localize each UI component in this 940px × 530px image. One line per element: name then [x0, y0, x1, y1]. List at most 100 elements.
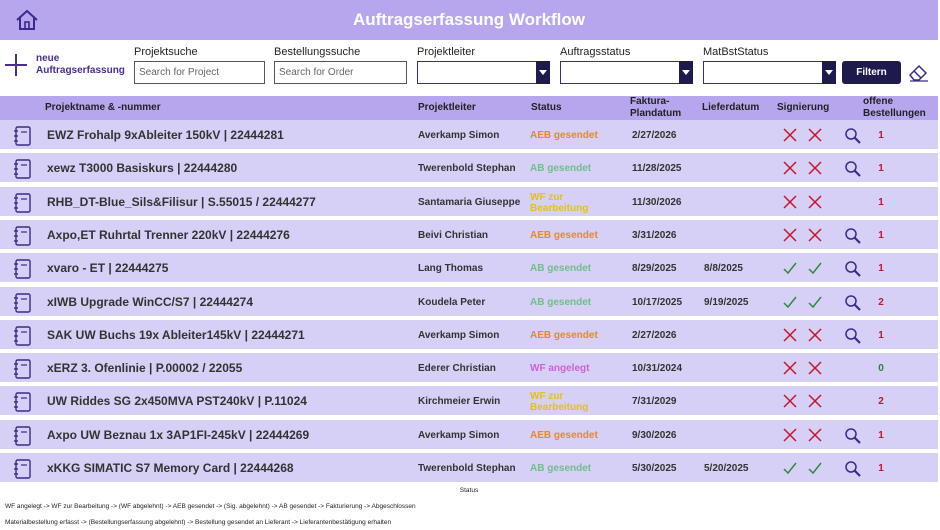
new-order-button[interactable]: neue Auftragserfassung — [4, 51, 134, 81]
table-row[interactable]: xERZ 3. Ofenlinie | P.00002 / 22055 Edere… — [0, 353, 938, 385]
table-row[interactable]: EWZ Frohalp 9xAbleiter 150kV | 22444281 A… — [0, 120, 938, 151]
search-icon[interactable] — [844, 427, 862, 445]
notebook-icon[interactable] — [13, 192, 31, 213]
project-name[interactable]: RHB_DT-Blue_Sils&Filisur | S.55015 / 224… — [47, 187, 316, 218]
filter-button[interactable]: Filtern — [842, 61, 901, 84]
open-orders-count: 1 — [878, 130, 884, 141]
project-leader: Beivi Christian — [418, 229, 489, 241]
check-icon — [783, 296, 797, 308]
new-order-label: neue Auftragserfassung — [36, 53, 125, 76]
open-orders-count: 1 — [878, 329, 884, 341]
table-row[interactable]: xIWB Upgrade WinCC/S7 | 22444274 Koudela … — [0, 286, 938, 318]
project-name[interactable]: EWZ Frohalp 9xAbleiter 150kV | 22444281 — [47, 120, 284, 151]
cross-icon — [783, 328, 797, 342]
search-icon[interactable] — [844, 260, 862, 278]
bestellungssuche-label: Bestellungssuche — [274, 46, 361, 58]
project-leader: Twerenbold Stephan — [418, 463, 516, 474]
col-leader: Projektleiter — [418, 102, 476, 113]
chevron-down-icon — [679, 61, 693, 84]
projektsuche-input[interactable] — [134, 61, 265, 84]
open-orders-count: 1 — [878, 429, 884, 441]
project-name[interactable]: xIWB Upgrade WinCC/S7 | 22444274 — [47, 287, 253, 318]
table-row[interactable]: Axpo UW Beznau 1x 3AP1FI-245kV | 2244426… — [0, 419, 938, 451]
search-icon[interactable] — [844, 460, 862, 478]
faktura-date: 2/27/2026 — [632, 130, 677, 141]
project-name[interactable]: UW Riddes SG 2x450MVA PST240kV | P.11024 — [47, 386, 307, 417]
project-leader: Twerenbold Stephan — [418, 163, 516, 175]
check-icon — [808, 296, 822, 308]
liefer-date: 5/20/2025 — [704, 463, 749, 474]
notebook-icon[interactable] — [13, 392, 31, 413]
cross-icon — [783, 128, 797, 142]
faktura-date: 2/27/2026 — [632, 329, 677, 341]
search-icon[interactable] — [844, 294, 862, 312]
project-name[interactable]: xewz T3000 Basiskurs | 22444280 — [47, 153, 237, 184]
notebook-icon[interactable] — [13, 459, 31, 479]
bestellungssuche-input[interactable] — [274, 61, 407, 84]
notebook-icon[interactable] — [13, 292, 31, 313]
matbststatus-dropdown[interactable] — [703, 61, 836, 84]
open-orders-count: 1 — [878, 229, 884, 241]
notebook-icon[interactable] — [13, 259, 31, 279]
chevron-down-icon — [822, 61, 836, 84]
table-row[interactable]: RHB_DT-Blue_Sils&Filisur | S.55015 / 224… — [0, 186, 938, 218]
status-badge: AEB gesendet — [530, 229, 598, 241]
check-icon — [783, 262, 797, 275]
check-icon — [808, 462, 822, 475]
table-row[interactable]: SAK UW Buchs 19x Ableiter145kV | 2244427… — [0, 319, 938, 351]
search-icon[interactable] — [844, 127, 862, 145]
project-leader: Averkamp Simon — [418, 329, 500, 341]
faktura-date: 3/31/2026 — [632, 229, 677, 241]
table-header: Projektname & -nummer Projektleiter Stat… — [0, 96, 938, 120]
project-leader: Averkamp Simon — [418, 130, 500, 141]
cross-icon — [808, 328, 822, 342]
notebook-icon[interactable] — [13, 126, 31, 146]
chevron-down-icon — [536, 61, 550, 84]
col-status: Status — [531, 102, 562, 113]
faktura-date: 9/30/2026 — [632, 429, 677, 441]
projektleiter-dropdown[interactable] — [417, 61, 550, 84]
notebook-icon[interactable] — [13, 359, 31, 379]
project-name[interactable]: xvaro - ET | 22444275 — [47, 253, 168, 284]
search-icon[interactable] — [844, 227, 862, 245]
faktura-date: 10/31/2024 — [632, 363, 683, 375]
search-icon[interactable] — [844, 160, 862, 178]
project-name[interactable]: xKKG SIMATIC S7 Memory Card | 22444268 — [47, 453, 294, 484]
col-faktura: Faktura-Plandatum — [630, 96, 682, 119]
faktura-date: 5/30/2025 — [632, 463, 677, 474]
page-title: Auftragserfassung Workflow — [352, 10, 586, 29]
plus-icon — [5, 54, 27, 76]
cross-icon — [808, 228, 822, 242]
projektsuche-group: Projektsuche — [134, 45, 265, 84]
auftragsstatus-label: Auftragsstatus — [560, 46, 631, 58]
status-badge: AB gesendet — [530, 296, 592, 308]
cross-icon — [808, 361, 822, 375]
project-name[interactable]: Axpo UW Beznau 1x 3AP1FI-245kV | 2244426… — [47, 420, 309, 451]
liefer-date: 9/19/2025 — [704, 296, 749, 308]
project-name[interactable]: SAK UW Buchs 19x Ableiter145kV | 2244427… — [47, 320, 305, 351]
notebook-icon[interactable] — [13, 226, 31, 246]
projektleiter-label: Projektleiter — [417, 46, 476, 58]
check-icon — [808, 262, 822, 275]
cross-icon — [783, 195, 797, 209]
search-icon[interactable] — [844, 327, 862, 345]
notebook-icon[interactable] — [13, 326, 31, 346]
table-row[interactable]: xewz T3000 Basiskurs | 22444280 Twerenbol… — [0, 153, 938, 185]
faktura-date: 8/29/2025 — [632, 263, 677, 275]
open-orders-count: 1 — [878, 463, 884, 474]
status-badge: AEB gesendet — [530, 130, 598, 141]
auftragsstatus-dropdown[interactable] — [560, 61, 693, 84]
col-name: Projektname & -nummer — [45, 102, 161, 113]
eraser-icon[interactable] — [907, 62, 929, 82]
cross-icon — [783, 361, 797, 375]
table-row[interactable]: xKKG SIMATIC S7 Memory Card | 22444268 Tw… — [0, 453, 938, 484]
notebook-icon[interactable] — [13, 159, 31, 179]
table-row[interactable]: Axpo,ET Ruhrtal Trenner 220kV | 22444276… — [0, 219, 938, 251]
col-signierung: Signierung — [777, 102, 830, 113]
table-row[interactable]: xvaro - ET | 22444275 Lang Thomas AB gesen… — [0, 253, 938, 285]
project-leader: Averkamp Simon — [418, 429, 500, 441]
notebook-icon[interactable] — [13, 425, 31, 446]
project-name[interactable]: Axpo,ET Ruhrtal Trenner 220kV | 22444276 — [47, 220, 290, 251]
project-name[interactable]: xERZ 3. Ofenlinie | P.00002 / 22055 — [47, 353, 242, 384]
table-row[interactable]: UW Riddes SG 2x450MVA PST240kV | P.11024… — [0, 386, 938, 418]
